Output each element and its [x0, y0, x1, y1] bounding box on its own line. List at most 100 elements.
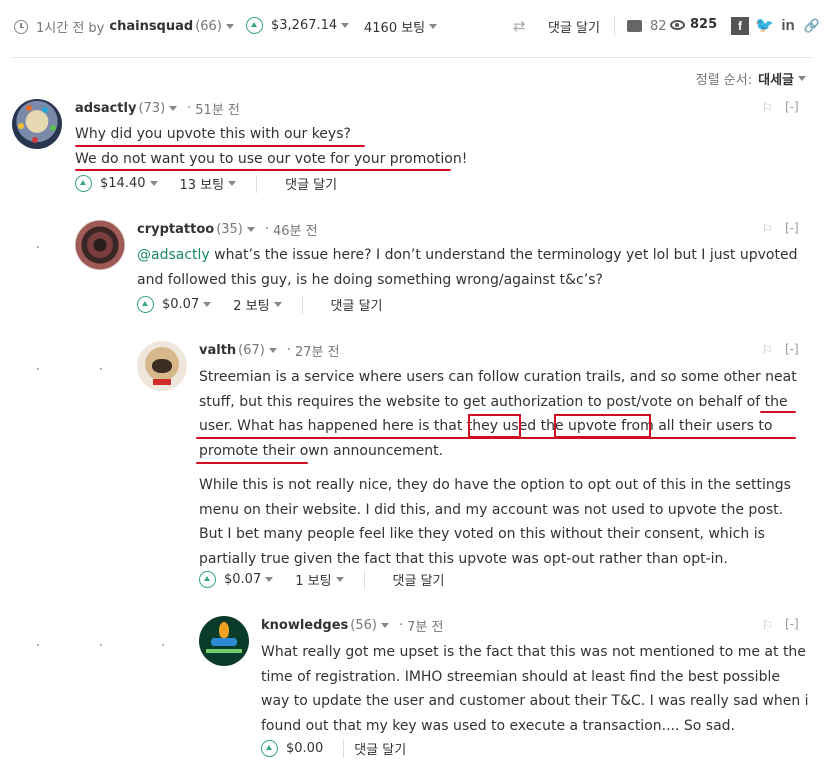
upvote-icon[interactable]: [75, 175, 92, 192]
sort-label: 정렬 순서:: [695, 73, 753, 88]
comment-footer: $0.07 2 보팅 댓글 달기: [137, 295, 383, 314]
comment-payout[interactable]: $0.00: [286, 741, 323, 756]
flag-icon[interactable]: ⚐: [762, 618, 773, 632]
comment-age[interactable]: 27분 전: [295, 341, 340, 360]
flag-icon[interactable]: ⚐: [762, 343, 773, 357]
comment-votes[interactable]: 2 보팅: [233, 295, 269, 314]
comment-payout[interactable]: $14.40: [100, 176, 146, 191]
thread-dot: [37, 246, 39, 248]
chevron-down-icon[interactable]: [341, 23, 350, 28]
chevron-down-icon[interactable]: [265, 577, 274, 582]
post-author[interactable]: chainsquad: [109, 19, 193, 34]
sort-value[interactable]: 대세글: [758, 69, 794, 88]
twitter-icon[interactable]: 🐦: [755, 17, 774, 35]
chevron-down-icon[interactable]: [225, 24, 234, 29]
comment-author[interactable]: knowledges: [261, 618, 348, 633]
author-rep: (56): [350, 618, 377, 633]
collapse-button[interactable]: [-]: [785, 221, 799, 235]
annotation-box: [554, 414, 651, 438]
mention-link[interactable]: @adsactly: [137, 247, 210, 263]
comment-text: what’s the issue here? I don’t understan…: [137, 247, 798, 288]
comment-header: adsactly (73) · 51분 전: [75, 99, 240, 118]
avatar[interactable]: [137, 341, 187, 391]
chevron-down-icon[interactable]: [798, 76, 806, 81]
link-icon[interactable]: 🔗: [803, 17, 821, 35]
chevron-down-icon[interactable]: [273, 302, 282, 307]
comment-age[interactable]: 46분 전: [273, 220, 318, 239]
chevron-down-icon[interactable]: [429, 24, 438, 29]
collapse-button[interactable]: [-]: [785, 342, 799, 356]
divider: [363, 570, 365, 589]
comment-payout[interactable]: $0.07: [224, 572, 261, 587]
post-votes-label[interactable]: 4160 보팅: [364, 17, 425, 36]
chevron-down-icon[interactable]: [246, 227, 255, 232]
comment-paragraph: What really got me upset is the fact tha…: [261, 644, 809, 734]
thread-dot: [100, 644, 102, 646]
comment-body: Streemian is a service where users can f…: [199, 365, 809, 571]
comment-header: knowledges (56) · 7분 전: [261, 616, 444, 635]
annotation-underline: [75, 145, 365, 147]
author-rep: (67): [238, 343, 265, 358]
comment-votes[interactable]: 1 보팅: [295, 570, 331, 589]
chevron-down-icon[interactable]: [149, 181, 158, 186]
linkedin-icon[interactable]: in: [779, 17, 797, 35]
clock-icon: [14, 19, 28, 34]
divider: [256, 174, 258, 193]
comment-paragraph: Why did you upvote this with our keys?: [75, 126, 351, 142]
comment-author[interactable]: cryptattoo: [137, 222, 214, 237]
views-count: 825: [690, 17, 718, 32]
upvote-icon[interactable]: [261, 740, 278, 757]
post-meta: 1시간 전 by chainsquad (66): [14, 17, 234, 36]
comment-age[interactable]: 51분 전: [195, 99, 240, 118]
chevron-down-icon[interactable]: [335, 577, 344, 582]
comment-header: valth (67) · 27분 전: [199, 341, 340, 360]
upvote-icon[interactable]: [199, 571, 216, 588]
reblog-icon[interactable]: ⇄: [513, 17, 526, 35]
post-votes[interactable]: 4160 보팅: [364, 17, 438, 36]
sort-order[interactable]: 정렬 순서: 대세글: [696, 69, 806, 88]
divider: [301, 295, 303, 314]
reply-button[interactable]: 댓글 달기: [393, 570, 445, 589]
thread-dot: [100, 368, 102, 370]
chevron-down-icon[interactable]: [380, 623, 389, 628]
comment-paragraph: While this is not really nice, they do h…: [199, 477, 791, 567]
comment-header: cryptattoo (35) · 46분 전: [137, 220, 318, 239]
post-footer-bar: 1시간 전 by chainsquad (66) $3,267.14 4160 …: [0, 0, 826, 56]
comment-age[interactable]: 7분 전: [407, 616, 443, 635]
post-reply-button[interactable]: 댓글 달기: [548, 17, 600, 36]
post-payout-value[interactable]: $3,267.14: [271, 18, 337, 33]
chevron-down-icon[interactable]: [268, 348, 277, 353]
avatar[interactable]: [75, 220, 125, 270]
collapse-button[interactable]: [-]: [785, 100, 799, 114]
chevron-down-icon[interactable]: [228, 181, 237, 186]
annotation-underline: [75, 169, 451, 171]
comment-footer: $0.00 댓글 달기: [261, 739, 406, 758]
comment-footer: $0.07 1 보팅 댓글 달기: [199, 570, 445, 589]
comment-body: @adsactly what’s the issue here? I don’t…: [137, 243, 807, 292]
reply-button[interactable]: 댓글 달기: [354, 739, 406, 758]
post-time: 1시간 전 by: [36, 21, 105, 36]
reply-button[interactable]: 댓글 달기: [331, 295, 383, 314]
thread-dot: [162, 644, 164, 646]
reply-button[interactable]: 댓글 달기: [285, 174, 337, 193]
comment-author[interactable]: adsactly: [75, 101, 136, 116]
flag-icon[interactable]: ⚐: [762, 101, 773, 115]
divider: [343, 739, 345, 758]
avatar[interactable]: [12, 99, 62, 149]
chevron-down-icon[interactable]: [203, 302, 212, 307]
thread-dot: [37, 368, 39, 370]
facebook-icon[interactable]: f: [731, 17, 749, 35]
upvote-icon[interactable]: [246, 17, 263, 34]
comment-votes[interactable]: 13 보팅: [180, 174, 225, 193]
comment-payout[interactable]: $0.07: [162, 297, 199, 312]
share-icons: f 🐦 in 🔗: [731, 17, 821, 35]
collapse-button[interactable]: [-]: [785, 617, 799, 631]
comments-count: 82: [650, 18, 667, 34]
post-payout[interactable]: $3,267.14: [246, 17, 350, 34]
upvote-icon[interactable]: [137, 296, 154, 313]
post-comment-count[interactable]: 82: [614, 17, 667, 35]
avatar[interactable]: [199, 616, 249, 666]
chevron-down-icon[interactable]: [169, 106, 178, 111]
flag-icon[interactable]: ⚐: [762, 222, 773, 236]
comment-author[interactable]: valth: [199, 343, 236, 358]
